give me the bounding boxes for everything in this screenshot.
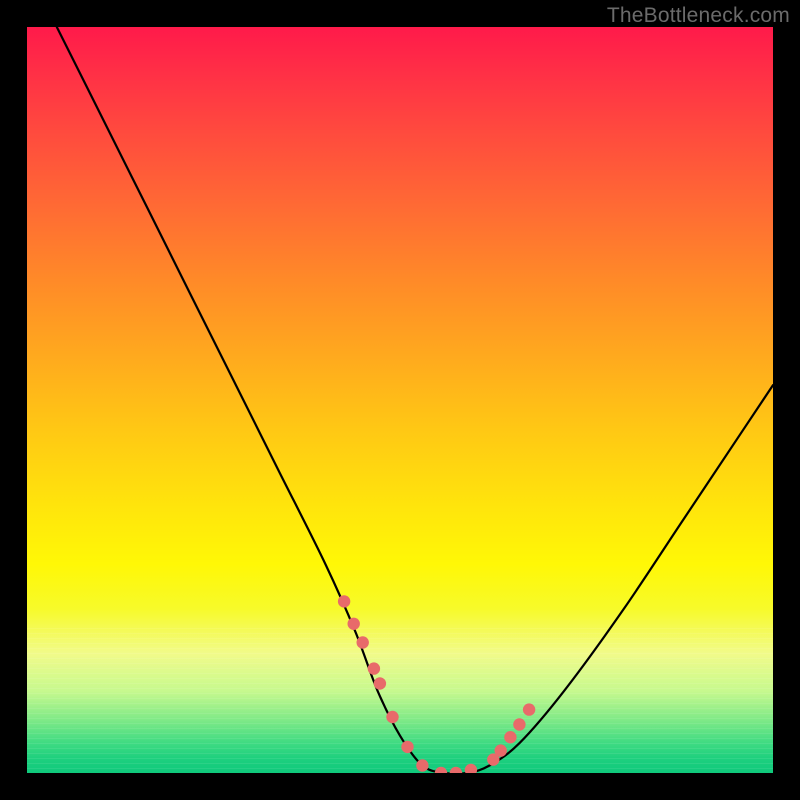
curve-layer xyxy=(27,27,773,773)
highlight-dot xyxy=(495,744,507,756)
highlight-dot xyxy=(348,618,360,630)
highlight-dots-group xyxy=(338,595,535,773)
plot-area xyxy=(27,27,773,773)
chart-frame: TheBottleneck.com xyxy=(0,0,800,800)
highlight-dot xyxy=(386,711,398,723)
highlight-dot xyxy=(465,764,477,773)
watermark-text: TheBottleneck.com xyxy=(607,4,790,28)
highlight-dot xyxy=(374,677,386,689)
highlight-dot xyxy=(338,595,350,607)
highlight-dot xyxy=(450,767,462,773)
highlight-dot xyxy=(416,759,428,771)
highlight-dot xyxy=(357,636,369,648)
highlight-dot xyxy=(513,718,525,730)
highlight-dot xyxy=(368,662,380,674)
highlight-dot xyxy=(401,741,413,753)
highlight-dot xyxy=(435,767,447,773)
bottleneck-curve-path xyxy=(57,27,773,773)
highlight-dot xyxy=(523,703,535,715)
highlight-dot xyxy=(504,731,516,743)
